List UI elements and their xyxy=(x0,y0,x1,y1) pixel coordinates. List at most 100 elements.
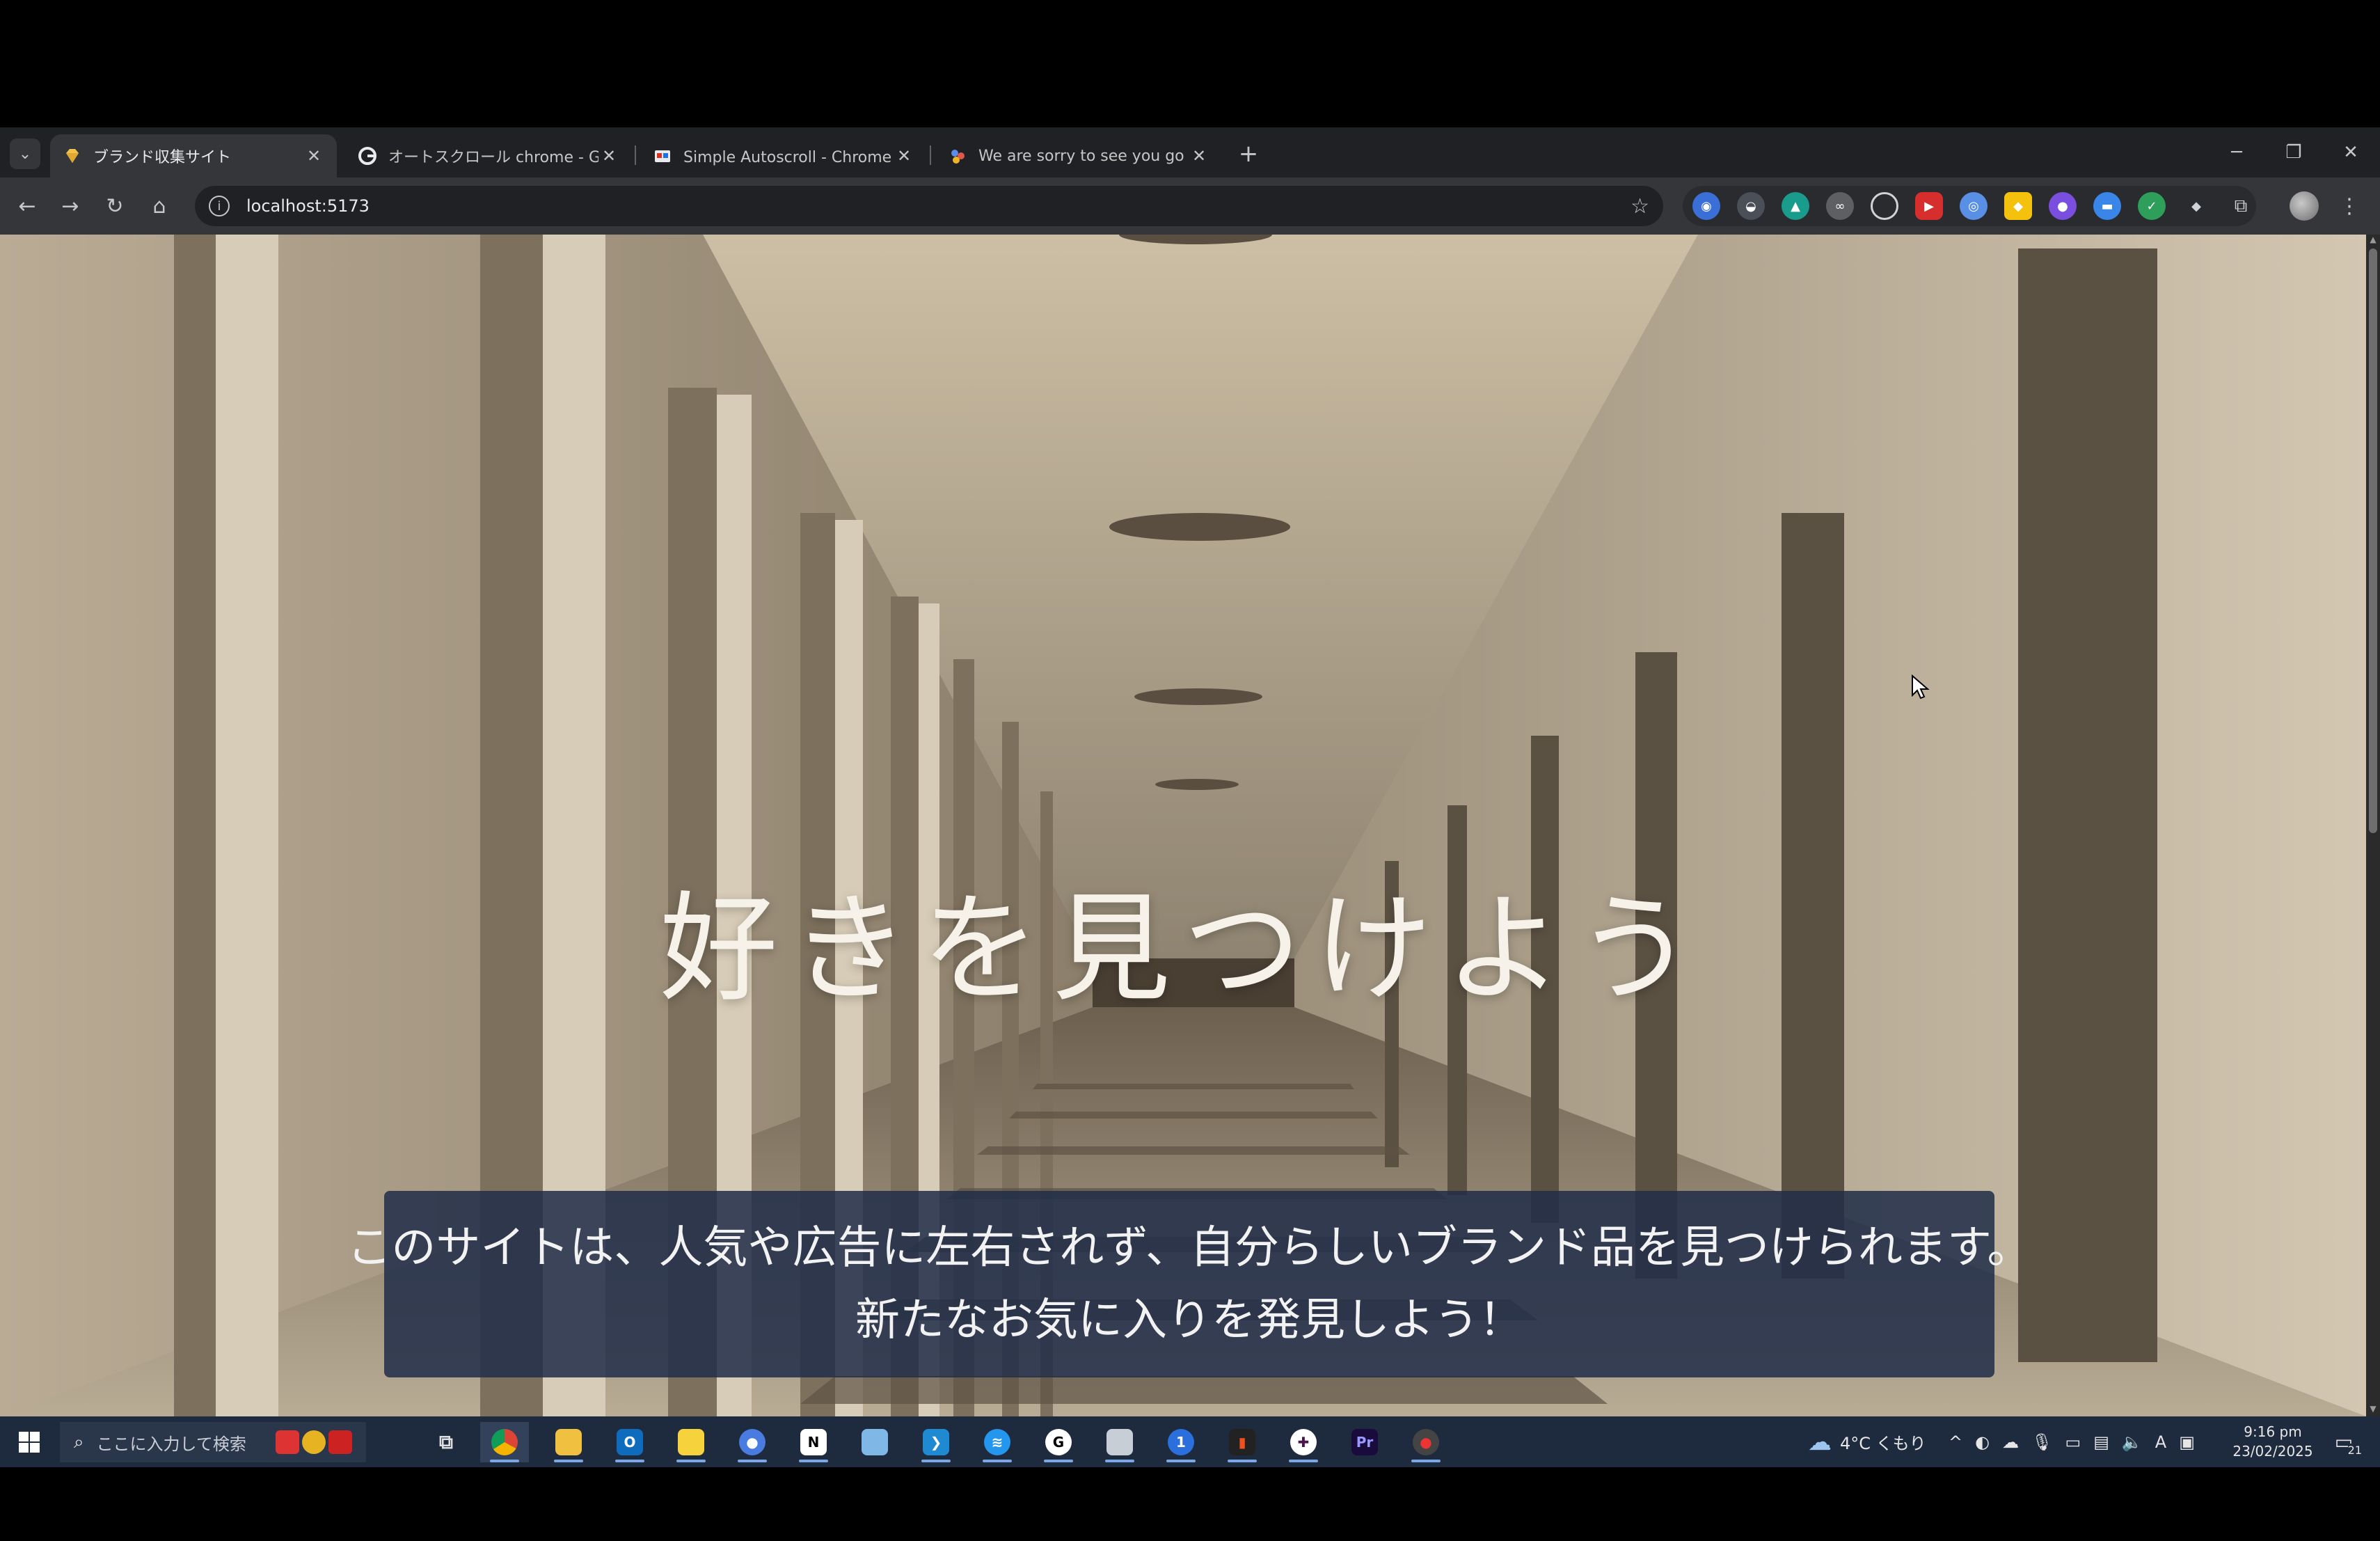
mouse-cursor-icon xyxy=(1912,674,1930,700)
minimize-icon[interactable]: ─ xyxy=(2216,137,2258,168)
gem-icon xyxy=(63,146,82,166)
taskbar-clock[interactable]: 9:16 pm 23/02/2025 xyxy=(2224,1422,2322,1461)
close-icon[interactable]: ✕ xyxy=(1189,145,1209,166)
webstore-icon xyxy=(653,146,672,166)
onedrive-icon[interactable]: ☁ xyxy=(2002,1432,2019,1452)
close-icon[interactable]: ✕ xyxy=(894,145,914,166)
video-extension-icon[interactable]: ▶ xyxy=(1915,192,1943,220)
page-viewport: 好きを見つけよう このサイトは、人気や広告に左右されず、自分らしいブランド品を見… xyxy=(0,235,2366,1416)
taskbar-1password-icon[interactable]: 1 xyxy=(1157,1422,1205,1462)
taskbar-chrome-profile-icon[interactable]: ● xyxy=(728,1422,777,1462)
scroll-up-icon[interactable]: ▲ xyxy=(2367,235,2379,247)
taskbar-figma-icon[interactable]: ▮ xyxy=(1218,1422,1267,1462)
tab-strip: ⌄ ブランド収集サイト ✕ オートスクロール chrome - Google ✕… xyxy=(0,127,2380,177)
translate-extension-icon[interactable]: ◎ xyxy=(1960,192,1988,220)
tab-title: ブランド収集サイト xyxy=(93,149,232,166)
taskbar-recorder-icon[interactable]: ● xyxy=(1402,1422,1450,1462)
github-tray-icon[interactable]: ◐ xyxy=(1975,1432,1990,1452)
puzzle-icon[interactable]: ⧉ xyxy=(2227,192,2255,220)
system-tray: ^ ◐ ☁ 🎙 ▭ ▤ 🔈 A ▣ xyxy=(1949,1416,2195,1467)
ime-indicator[interactable]: A xyxy=(2155,1432,2166,1452)
taskbar: ⌕ ここに入力して検索 ⧉ O ● N ❯ ≋ G 1 ▮ ✚ Pr ● ☁ 4… xyxy=(0,1416,2380,1467)
taskbar-mail-icon[interactable] xyxy=(1095,1422,1144,1462)
taskbar-github-icon[interactable]: G xyxy=(1034,1422,1083,1462)
forward-arrow-icon[interactable]: → xyxy=(54,190,86,222)
extensions-bar: ◉ ◒ ▲ ∞ ▶ ◎ ◆ ● ▬ ✓ ◆ ⧉ xyxy=(1683,186,2256,226)
page-scrollbar[interactable]: ▲ ▼ xyxy=(2366,235,2380,1416)
tablet-mode-icon[interactable]: ▣ xyxy=(2179,1432,2195,1452)
reload-icon[interactable]: ↻ xyxy=(99,190,131,222)
close-icon[interactable]: ✕ xyxy=(303,145,324,166)
chevron-down-icon: ⌄ xyxy=(18,145,32,163)
glasses-extension-icon[interactable]: ∞ xyxy=(1826,192,1854,220)
hero-text-line: 新たなお気に入りを発見しよう！ xyxy=(855,1295,1523,1346)
scroll-down-icon[interactable]: ▼ xyxy=(2367,1404,2379,1416)
cloud-icon: ☁ xyxy=(1808,1428,1832,1456)
bulb-extension-icon[interactable]: ◆ xyxy=(2004,192,2032,220)
hero-description-box: このサイトは、人気や広告に左右されず、自分らしいブランド品を見つけられます。 新… xyxy=(347,1191,2032,1377)
browser-toolbar: ← → ↻ ⌂ i ☆ ◉ ◒ ▲ ∞ ▶ ◎ ◆ ● ▬ ✓ ◆ ⧉ ⋮ xyxy=(0,177,2380,235)
network-icon[interactable]: ▤ xyxy=(2093,1432,2109,1452)
taskbar-notion-icon[interactable]: N xyxy=(789,1422,838,1462)
password-manager-icon[interactable]: ◉ xyxy=(1692,192,1720,220)
back-arrow-icon[interactable]: ← xyxy=(11,190,43,222)
tab-sorry-to-see-you-go[interactable]: We are sorry to see you go - Fu ✕ xyxy=(935,134,1222,177)
scrollbar-thumb[interactable] xyxy=(2369,248,2377,833)
graduation-cap-icon[interactable]: ▲ xyxy=(1782,192,1809,220)
notification-count: 21 xyxy=(2347,1444,2362,1457)
people-icon xyxy=(948,146,967,166)
taskbar-search-placeholder: ここに入力して検索 xyxy=(96,1434,246,1454)
tab-title: We are sorry to see you go - Fu xyxy=(978,147,1189,165)
url-input[interactable] xyxy=(245,196,1631,216)
search-icon: ⌕ xyxy=(74,1431,84,1453)
tab-search-button[interactable]: ⌄ xyxy=(10,139,40,169)
more-options-icon[interactable]: ⋮ xyxy=(2335,190,2363,222)
clock-date: 23/02/2025 xyxy=(2232,1443,2313,1460)
taskbar-slack-icon[interactable]: ✚ xyxy=(1279,1422,1328,1462)
weather-widget[interactable]: ☁ 4°C くもり xyxy=(1808,1416,1926,1467)
profile-avatar[interactable] xyxy=(2290,191,2319,221)
notification-center-icon[interactable]: ▭ 21 xyxy=(2329,1426,2362,1457)
new-tab-button[interactable]: + xyxy=(1235,140,1262,168)
tab-title: Simple Autoscroll - Chrome ウェ xyxy=(683,149,894,166)
taskbar-search-box[interactable]: ⌕ ここに入力して検索 xyxy=(60,1422,366,1462)
site-info-icon[interactable]: i xyxy=(209,196,230,216)
circle-extension-icon[interactable] xyxy=(1871,192,1898,220)
shield-extension-icon[interactable]: ◒ xyxy=(1737,192,1765,220)
taskbar-file-explorer-icon[interactable] xyxy=(544,1422,593,1462)
display-icon[interactable]: ▭ xyxy=(2065,1432,2081,1452)
hero-text-line: このサイトは、人気や広告に左右されず、自分らしいブランド品を見つけられます。 xyxy=(347,1222,2032,1274)
taskbar-docker-icon[interactable]: ≋ xyxy=(973,1422,1022,1462)
windows-start-icon[interactable] xyxy=(10,1425,49,1460)
microphone-icon[interactable]: 🎙 xyxy=(2031,1432,2052,1452)
taskbar-sticky-notes-icon[interactable] xyxy=(667,1422,715,1462)
window-close-icon[interactable]: ✕ xyxy=(2330,137,2372,168)
tab-google-search[interactable]: オートスクロール chrome - Google ✕ xyxy=(345,134,632,177)
tab-simple-autoscroll[interactable]: Simple Autoscroll - Chrome ウェ ✕ xyxy=(640,134,927,177)
bookmark-star-icon[interactable]: ☆ xyxy=(1631,194,1649,219)
chat-extension-icon[interactable]: ▬ xyxy=(2093,192,2121,220)
weather-text: 4°C くもり xyxy=(1840,1434,1926,1453)
tab-divider xyxy=(930,145,931,165)
taskbar-chrome-icon[interactable] xyxy=(480,1422,529,1462)
taskbar-notepad-icon[interactable] xyxy=(850,1422,899,1462)
volume-icon[interactable]: 🔈 xyxy=(2122,1432,2143,1452)
screen: ⌄ ブランド収集サイト ✕ オートスクロール chrome - Google ✕… xyxy=(0,127,2380,1467)
clock-time: 9:16 pm xyxy=(2244,1423,2302,1440)
tab-title: オートスクロール chrome - Google xyxy=(388,149,598,166)
taskbar-premiere-icon[interactable]: Pr xyxy=(1340,1422,1389,1462)
tab-brand-site[interactable]: ブランド収集サイト ✕ xyxy=(50,134,337,177)
people-extension-icon[interactable]: ● xyxy=(2049,192,2077,220)
hero-title: 好きを見つけよう xyxy=(659,880,1706,1018)
taskbar-outlook-icon[interactable]: O xyxy=(605,1422,654,1462)
diamond-extension-icon[interactable]: ◆ xyxy=(2182,192,2210,220)
chevron-up-icon[interactable]: ^ xyxy=(1949,1432,1962,1452)
check-extension-icon[interactable]: ✓ xyxy=(2138,192,2166,220)
home-icon[interactable]: ⌂ xyxy=(143,190,175,222)
taskbar-vscode-icon[interactable]: ❯ xyxy=(912,1422,960,1462)
address-bar[interactable]: i ☆ xyxy=(195,186,1663,226)
task-view-icon[interactable]: ⧉ xyxy=(422,1422,470,1462)
close-icon[interactable]: ✕ xyxy=(598,145,619,166)
restore-icon[interactable]: ❐ xyxy=(2273,137,2315,168)
search-highlight-icon xyxy=(276,1430,352,1454)
